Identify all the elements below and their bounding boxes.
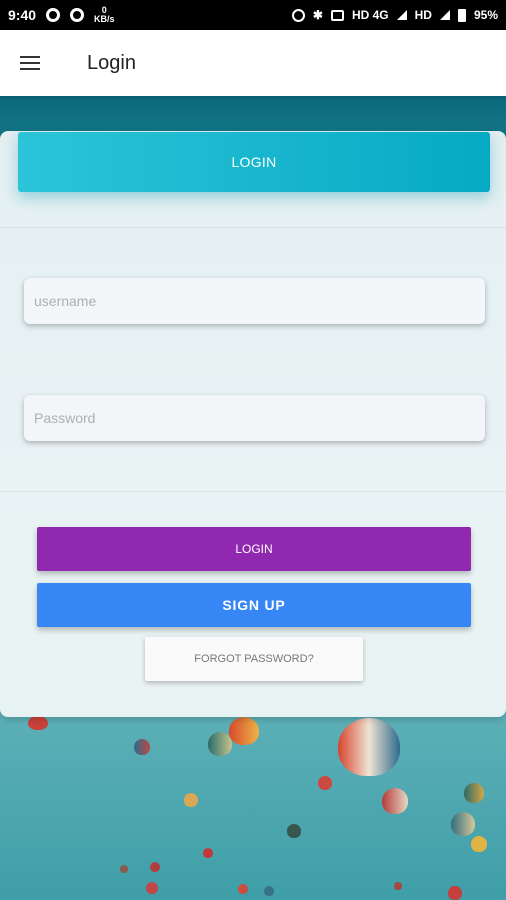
login-card: LOGIN — [0, 131, 506, 717]
signal-icon — [396, 10, 407, 20]
data-speed-unit: KB/s — [94, 14, 115, 24]
balloon — [229, 717, 259, 745]
page-title: Login — [87, 51, 136, 74]
balloon — [318, 776, 332, 790]
balloon — [208, 732, 232, 756]
status-time: 9:40 — [8, 7, 37, 23]
balloon — [238, 884, 248, 894]
signal-2-icon — [439, 10, 450, 20]
menu-button[interactable] — [0, 30, 60, 96]
balloon — [134, 739, 150, 755]
balloon — [464, 783, 484, 803]
alarm-icon — [291, 8, 305, 22]
record-icon — [46, 8, 61, 22]
forgot-password-button[interactable]: FORGOT PASSWORD? — [145, 637, 363, 681]
balloon — [451, 812, 475, 836]
balloon — [471, 836, 487, 852]
settings-icon — [70, 8, 85, 22]
balloon — [120, 865, 128, 873]
balloon — [264, 886, 274, 896]
balloon — [338, 718, 400, 776]
cast-icon — [330, 9, 344, 21]
balloon — [150, 862, 160, 872]
username-input[interactable] — [24, 278, 485, 324]
battery-level: 95% — [473, 8, 498, 22]
balloon — [394, 882, 402, 890]
balloon — [28, 716, 48, 730]
hd-label: HD — [414, 8, 432, 22]
data-speed: 0 KB/s — [94, 6, 115, 24]
divider — [0, 491, 506, 492]
balloon — [146, 882, 158, 894]
password-input[interactable] — [24, 395, 485, 441]
hamburger-icon — [20, 56, 40, 70]
status-bar: 9:40 0 KB/s ✱ HD 4G HD 95% — [0, 0, 506, 30]
balloon — [382, 788, 408, 814]
balloon — [184, 793, 198, 807]
sign-up-button[interactable]: SIGN UP — [37, 583, 471, 627]
network-label: HD 4G — [351, 8, 389, 22]
balloon — [448, 886, 462, 900]
card-header: LOGIN — [18, 132, 490, 192]
app-bar: Login — [0, 30, 506, 96]
balloon — [287, 824, 301, 838]
login-button[interactable]: LOGIN — [37, 527, 471, 571]
divider — [0, 227, 506, 228]
bluetooth-icon: ✱ — [312, 8, 323, 22]
battery-icon — [457, 8, 466, 22]
balloon — [203, 848, 213, 858]
